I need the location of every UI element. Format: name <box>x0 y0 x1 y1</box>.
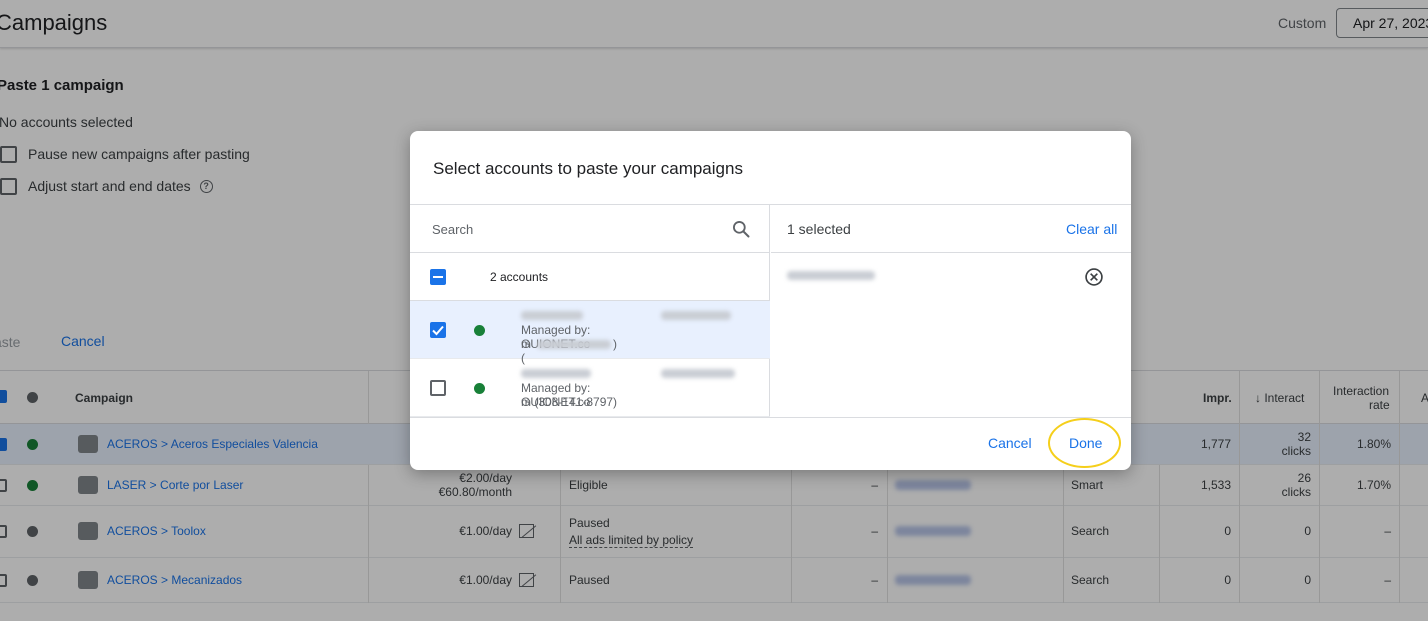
select-all-accounts-row[interactable]: 2 accounts <box>410 253 770 301</box>
dialog-title: Select accounts to paste your campaigns <box>433 159 743 178</box>
clear-all-button[interactable]: Clear all <box>1066 221 1117 237</box>
search-row <box>410 205 770 253</box>
redacted-account-id <box>661 369 735 378</box>
highlight-annotation <box>1048 418 1121 468</box>
search-icon[interactable] <box>731 219 751 239</box>
account-managed-by-3: ) <box>613 337 617 351</box>
account-status-dot <box>474 383 485 394</box>
accounts-count: 2 accounts <box>490 270 549 284</box>
indeterminate-icon <box>433 276 443 278</box>
dialog-cancel-button[interactable]: Cancel <box>988 435 1032 451</box>
selected-header: 1 selected Clear all <box>771 205 1131 253</box>
account-checkbox[interactable] <box>430 322 446 338</box>
account-row[interactable]: Managed by: GUIONET.co m ( ) <box>410 301 770 365</box>
account-managed-by-2: m (308-141-8797) <box>521 395 618 409</box>
account-search-input[interactable] <box>432 219 722 239</box>
selected-accounts-pane: 1 selected Clear all <box>771 205 1131 417</box>
remove-circle-icon[interactable] <box>1084 267 1104 287</box>
redacted-account-name <box>521 369 591 378</box>
account-row[interactable]: Managed by: GUIONET.co m (308-141-8797) <box>410 359 770 417</box>
redacted-account-name <box>521 311 583 320</box>
select-all-accounts-checkbox[interactable] <box>430 269 446 285</box>
redacted-account-id <box>661 311 731 320</box>
selected-count: 1 selected <box>787 221 851 237</box>
accounts-list-pane: 2 accounts Managed by: GUIONET.co m ( ) <box>410 205 770 417</box>
account-checkbox[interactable] <box>430 380 446 396</box>
select-accounts-dialog: Select accounts to paste your campaigns … <box>410 131 1131 470</box>
dialog-body: 2 accounts Managed by: GUIONET.co m ( ) <box>410 204 1131 418</box>
check-icon <box>432 325 444 336</box>
selected-account-name <box>787 271 875 280</box>
redacted-manager-id <box>537 340 611 349</box>
account-status-dot <box>474 325 485 336</box>
